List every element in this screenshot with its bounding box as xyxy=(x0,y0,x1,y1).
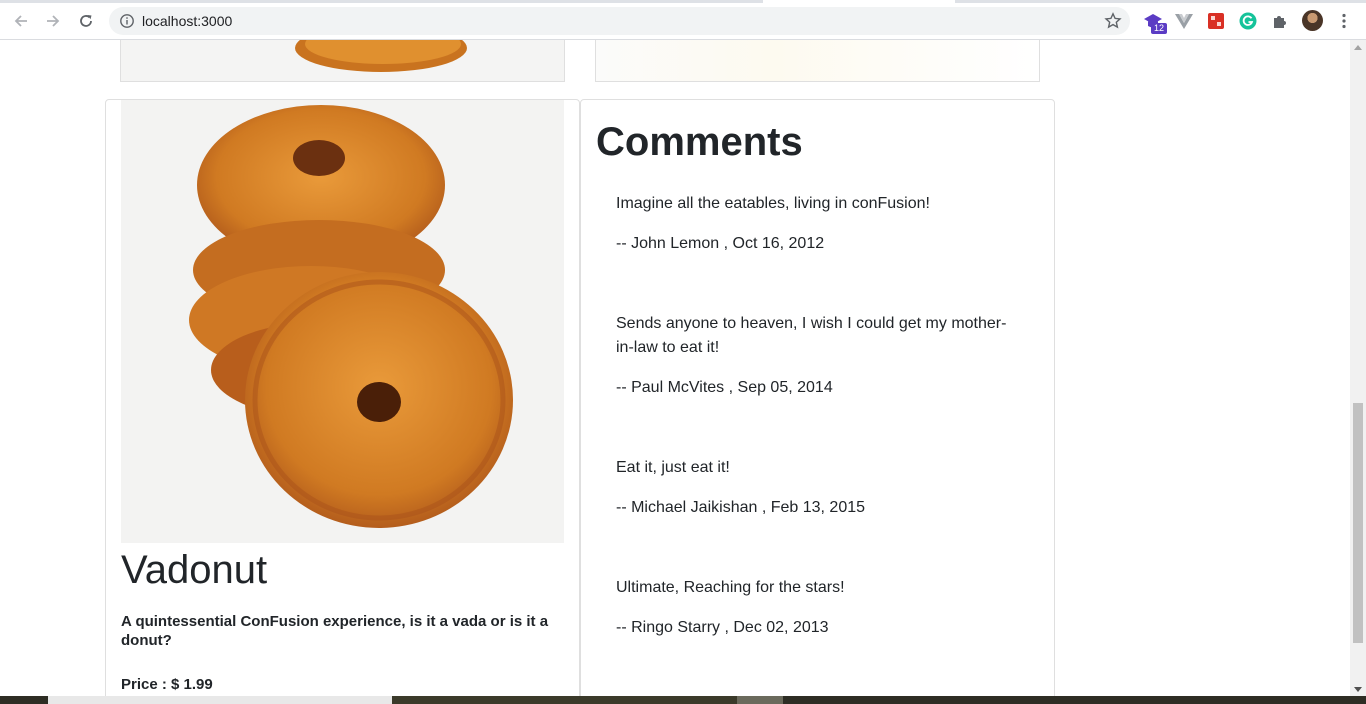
previous-dish-image xyxy=(121,40,564,81)
comment-author: -- Michael Jaikishan , Feb 13, 2015 xyxy=(616,499,866,516)
dish-card: Vadonut A quintessential ConFusion exper… xyxy=(105,99,580,696)
taskbar-apps[interactable] xyxy=(392,696,737,704)
comment-author: -- Ringo Starry , Dec 02, 2013 xyxy=(616,619,829,636)
dish-price: Price : $ 1.99 xyxy=(121,676,213,693)
back-button[interactable] xyxy=(8,8,34,34)
previous-card-right xyxy=(595,40,1040,82)
comment-author: -- John Lemon , Oct 16, 2012 xyxy=(616,235,825,252)
taskbar-active-app[interactable] xyxy=(737,696,783,704)
os-taskbar xyxy=(0,696,1366,704)
url-text[interactable]: localhost:3000 xyxy=(142,13,232,29)
comment-item: Sends anyone to heaven, I wish I could g… xyxy=(616,312,1016,396)
dish-image xyxy=(121,100,564,543)
comments-card: Comments Imagine all the eatables, livin… xyxy=(580,99,1055,696)
extension-badge: 12 xyxy=(1151,23,1167,34)
address-bar[interactable]: localhost:3000 xyxy=(109,7,1130,35)
extension-graduation-cap[interactable]: 12 xyxy=(1143,11,1167,34)
red-app-icon xyxy=(1208,13,1224,29)
dish-title: Vadonut xyxy=(121,548,268,592)
scroll-up-arrow-icon[interactable] xyxy=(1354,45,1362,50)
extension-vue[interactable] xyxy=(1174,11,1194,31)
bookmark-star-icon[interactable] xyxy=(1104,12,1122,30)
extension-red-tool[interactable] xyxy=(1206,11,1226,31)
comment-text: Eat it, just eat it! xyxy=(616,459,730,476)
profile-avatar[interactable] xyxy=(1302,10,1323,31)
browser-menu-button[interactable] xyxy=(1331,8,1357,34)
reload-icon xyxy=(80,15,92,27)
puzzle-icon xyxy=(1274,16,1286,28)
reload-button[interactable] xyxy=(73,8,99,34)
scroll-down-arrow-icon[interactable] xyxy=(1354,687,1362,692)
comment-text: Imagine all the eatables, living in conF… xyxy=(616,195,930,212)
arrow-right-icon xyxy=(47,15,60,27)
vue-icon xyxy=(1175,14,1193,29)
scrollbar-thumb[interactable] xyxy=(1353,403,1363,643)
grammarly-icon xyxy=(1239,12,1257,30)
dish-description: A quintessential ConFusion experience, i… xyxy=(121,613,549,649)
extensions-menu-button[interactable] xyxy=(1270,11,1290,31)
comment-item: Eat it, just eat it! -- Michael Jaikisha… xyxy=(616,456,1016,516)
info-icon[interactable] xyxy=(119,13,135,29)
previous-card-left xyxy=(120,40,565,82)
comment-text: Sends anyone to heaven, I wish I could g… xyxy=(616,315,1007,356)
browser-toolbar: localhost:3000 12 xyxy=(0,3,1366,40)
vertical-scrollbar[interactable] xyxy=(1350,40,1366,696)
forward-button[interactable] xyxy=(40,8,66,34)
comment-author: -- Paul McVites , Sep 05, 2014 xyxy=(616,379,833,396)
comments-heading: Comments xyxy=(596,120,803,164)
comment-text: Ultimate, Reaching for the stars! xyxy=(616,579,845,596)
arrow-left-icon xyxy=(14,15,27,27)
taskbar-search-box[interactable] xyxy=(48,696,392,704)
previous-dish-image-faded xyxy=(596,40,1039,81)
comment-item: Ultimate, Reaching for the stars! -- Rin… xyxy=(616,576,1016,636)
page-viewport: Vadonut A quintessential ConFusion exper… xyxy=(0,40,1350,696)
extension-grammarly[interactable] xyxy=(1238,11,1258,31)
comment-item: Imagine all the eatables, living in conF… xyxy=(616,192,1016,252)
kebab-menu-icon xyxy=(1342,13,1346,29)
